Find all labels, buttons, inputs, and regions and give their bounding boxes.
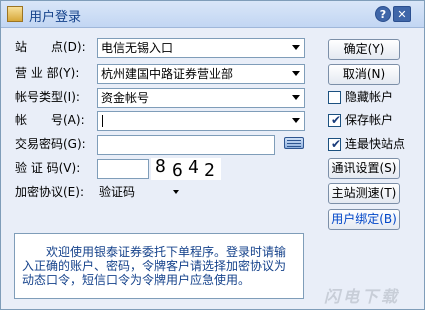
captcha-input[interactable]: [97, 159, 149, 179]
branch-label: 营 业 部(Y):: [15, 66, 80, 80]
text-cursor: [102, 115, 103, 127]
account-label: 帐 号(A):: [15, 113, 85, 127]
chevron-down-icon: [292, 71, 300, 76]
branch-select[interactable]: 杭州建国中路证券营业部: [97, 64, 305, 84]
bind-user-button[interactable]: 用户绑定(B): [328, 209, 400, 230]
keyboard-icon[interactable]: [284, 137, 304, 149]
captcha-digit: 6: [172, 160, 183, 181]
captcha-image[interactable]: 8 6 4 2: [151, 156, 221, 181]
account-type-select[interactable]: 资金帐号: [97, 88, 305, 108]
save-account-label: 保存帐户: [345, 113, 394, 127]
watermark: 闪电下载: [324, 287, 401, 306]
station-label: 站 点(D):: [15, 40, 86, 54]
station-value: 电信无锡入口: [101, 41, 174, 55]
cancel-button[interactable]: 取消(N): [328, 64, 400, 85]
title-bar: 用户登录 ? ✕: [1, 1, 424, 28]
trade-password-label: 交易密码(G):: [15, 137, 86, 151]
captcha-digit: 4: [188, 157, 199, 178]
app-icon: [7, 6, 23, 22]
chevron-down-icon: [292, 95, 300, 100]
captcha-digit: 8: [155, 156, 166, 177]
captcha-label: 验 证 码(V):: [15, 161, 81, 175]
speed-test-button[interactable]: 主站测速(T): [328, 183, 400, 204]
account-input[interactable]: [97, 111, 305, 131]
check-icon: ✔: [331, 137, 342, 151]
check-icon: ✔: [331, 113, 342, 127]
confirm-button[interactable]: 确定(Y): [328, 39, 400, 60]
trade-password-input[interactable]: [97, 135, 275, 155]
fastest-station-label: 连最快站点: [345, 137, 406, 151]
encryption-value[interactable]: 验证码: [99, 183, 135, 201]
branch-value: 杭州建国中路证券营业部: [101, 67, 234, 81]
chevron-down-icon: [292, 45, 300, 50]
encryption-label: 加密协议(E):: [15, 185, 84, 199]
comm-settings-button[interactable]: 通讯设置(S): [328, 158, 400, 179]
hide-account-label: 隐藏帐户: [345, 90, 394, 104]
captcha-digit: 2: [204, 160, 215, 181]
chevron-down-icon[interactable]: [173, 190, 179, 194]
account-type-label: 帐号类型(I):: [15, 90, 80, 104]
checkbox-box[interactable]: ✔: [328, 137, 342, 151]
login-window: 用户登录 ? ✕ 站 点(D): 电信无锡入口 营 业 部(Y): 杭州建国中路…: [0, 0, 425, 310]
window-title: 用户登录: [29, 10, 82, 25]
checkbox-box[interactable]: [328, 91, 341, 104]
close-icon[interactable]: ✕: [393, 6, 411, 22]
chevron-down-icon: [292, 118, 300, 123]
welcome-notice: 欢迎使用银泰证券委托下单程序。登录时请输入正确的账户、密码，令牌客户请选择加密协…: [14, 233, 304, 299]
station-select[interactable]: 电信无锡入口: [97, 38, 305, 58]
help-icon[interactable]: ?: [375, 6, 391, 22]
account-type-value: 资金帐号: [101, 91, 150, 105]
checkbox-box[interactable]: ✔: [328, 113, 342, 127]
